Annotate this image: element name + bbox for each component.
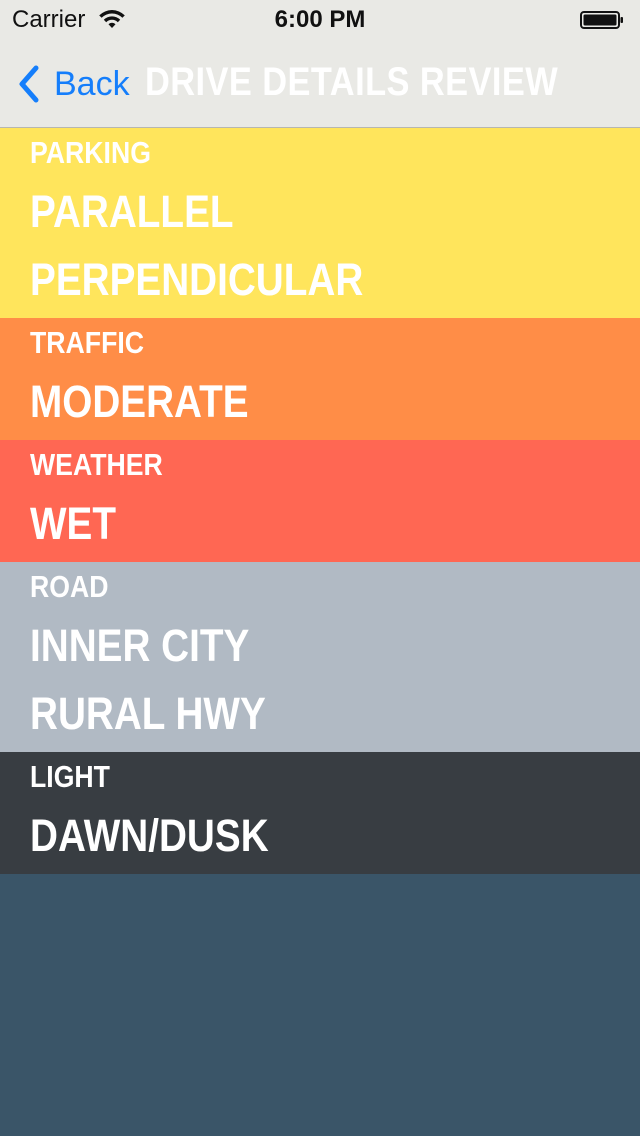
- section-value-perpendicular: PERPENDICULAR: [30, 254, 364, 305]
- section-label-weather: WEATHER: [30, 447, 163, 482]
- section-road: ROAD INNER CITY RURAL HWY: [0, 562, 640, 752]
- battery-icon: [580, 11, 623, 29]
- section-value-parallel: PARALLEL: [30, 186, 234, 237]
- back-button-label: Back: [54, 65, 130, 103]
- section-label-traffic: TRAFFIC: [30, 325, 145, 360]
- section-traffic: TRAFFIC MODERATE: [0, 318, 640, 440]
- section-value-inner-city: INNER CITY: [30, 620, 250, 671]
- section-label-light: LIGHT: [30, 759, 110, 794]
- section-parking: PARKING PARALLEL PERPENDICULAR: [0, 128, 640, 318]
- chevron-left-icon: [19, 65, 39, 103]
- section-label-road: ROAD: [30, 569, 109, 604]
- section-value-dawn-dusk: DAWN/DUSK: [30, 810, 269, 861]
- section-value-moderate: MODERATE: [30, 376, 249, 427]
- clock: 6:00 PM: [274, 6, 366, 33]
- navigation-bar: Back DRIVE DETAILS REVIEW: [0, 40, 640, 128]
- page-title: DRIVE DETAILS REVIEW: [145, 60, 559, 104]
- status-bar: Carrier 6:00 PM: [0, 0, 640, 40]
- back-button[interactable]: Back: [14, 60, 130, 108]
- section-value-wet: WET: [30, 498, 116, 549]
- section-value-rural-hwy: RURAL HWY: [30, 688, 266, 739]
- top-bar: Carrier 6:00 PM Back DRIVE DETAILS REVIE…: [0, 0, 640, 128]
- section-light: LIGHT DAWN/DUSK: [0, 752, 640, 874]
- section-weather: WEATHER WET: [0, 440, 640, 562]
- drive-details-list: PARKING PARALLEL PERPENDICULAR TRAFFIC M…: [0, 128, 640, 874]
- section-label-parking: PARKING: [30, 135, 151, 170]
